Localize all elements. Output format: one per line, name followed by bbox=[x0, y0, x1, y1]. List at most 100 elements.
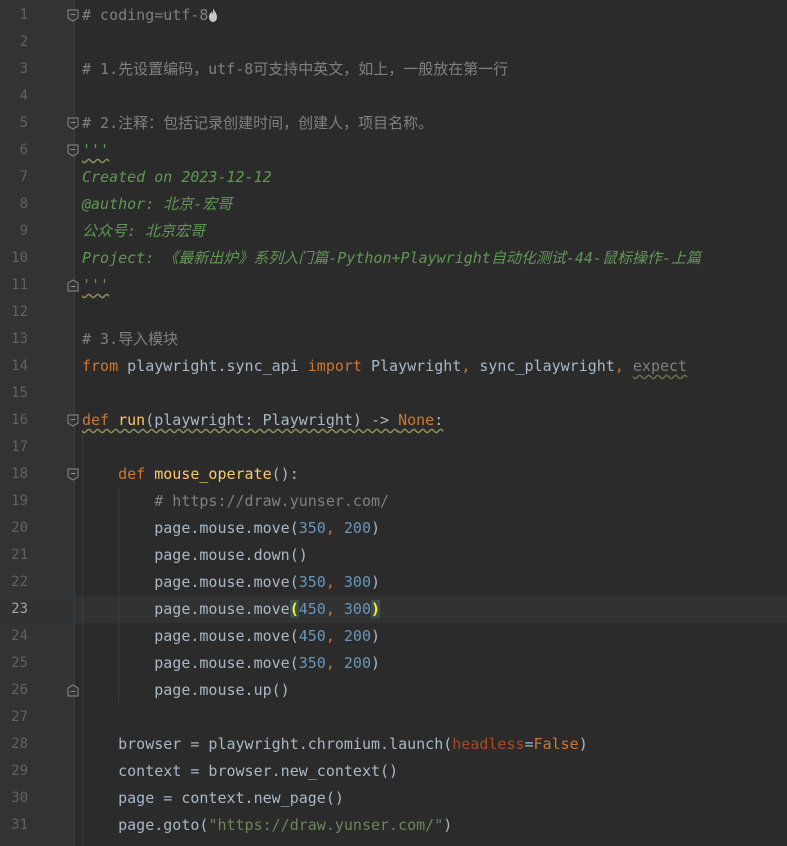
code-text[interactable]: page = context.new_page() bbox=[82, 785, 344, 812]
code-text[interactable]: 公众号: 北京宏哥 bbox=[82, 218, 205, 245]
code-text[interactable]: def mouse_operate(): bbox=[82, 461, 299, 488]
code-line[interactable]: 10 Project: 《最新出炉》系列入门篇-Python+Playwright… bbox=[0, 245, 787, 272]
cursor-hand-icon bbox=[209, 8, 218, 22]
code-line[interactable]: 20 page.mouse.move(350, 200) bbox=[0, 515, 787, 542]
code-line[interactable]: 15 bbox=[0, 380, 787, 407]
fold-start-icon[interactable] bbox=[67, 9, 79, 22]
fold-start-icon[interactable] bbox=[67, 117, 79, 130]
line-number: 24 bbox=[11, 628, 28, 644]
line-number: 19 bbox=[11, 493, 28, 509]
code-text[interactable]: # 1.先设置编码，utf-8可支持中英文，如上，一般放在第一行 bbox=[82, 56, 508, 83]
line-number: 3 bbox=[19, 61, 28, 77]
code-editor[interactable]: 1 # coding=utf-8 2 3 # 1.先设置编码，utf-8可支持中英文，如… bbox=[0, 0, 787, 846]
code-line[interactable]: 2 bbox=[0, 29, 787, 56]
code-text[interactable]: # 2.注释：包括记录创建时间，创建人，项目名称。 bbox=[82, 110, 433, 137]
code-line[interactable]: 22 page.mouse.move(350, 300) bbox=[0, 569, 787, 596]
code-text[interactable]: ''' bbox=[82, 137, 109, 164]
code-line[interactable]: 12 bbox=[0, 299, 787, 326]
code-text[interactable]: def run(playwright: Playwright) -> None: bbox=[82, 407, 443, 434]
code-text[interactable]: from playwright.sync_api import Playwrig… bbox=[82, 353, 687, 380]
code-token: page.mouse.move( bbox=[82, 654, 299, 672]
line-number: 4 bbox=[19, 88, 28, 104]
code-line[interactable]: 21 page.mouse.down() bbox=[0, 542, 787, 569]
line-number: 18 bbox=[11, 466, 28, 482]
line-number: 21 bbox=[11, 547, 28, 563]
code-token: browser = playwright.chromium.launch( bbox=[82, 735, 453, 753]
code-line[interactable]: 8 @author: 北京-宏哥 bbox=[0, 191, 787, 218]
code-token: page.mouse.move( bbox=[82, 573, 299, 591]
code-text[interactable]: page.mouse.move(450, 300) bbox=[82, 596, 381, 623]
code-text[interactable]: page.mouse.down() bbox=[82, 542, 308, 569]
code-text[interactable]: page.mouse.move(350, 200) bbox=[82, 650, 380, 677]
code-line[interactable]: 23 page.mouse.move(450, 300) bbox=[0, 596, 787, 623]
code-text[interactable]: @author: 北京-宏哥 bbox=[82, 191, 232, 218]
line-number: 10 bbox=[11, 250, 28, 266]
code-line[interactable]: 16 def run(playwright: Playwright) -> Non… bbox=[0, 407, 787, 434]
code-token: ''' bbox=[82, 141, 110, 159]
code-line[interactable]: 19 # https://draw.yunser.com/ bbox=[0, 488, 787, 515]
code-text[interactable]: page.mouse.up() bbox=[82, 677, 289, 704]
matched-brace: ) bbox=[371, 600, 381, 618]
code-line[interactable]: 4 bbox=[0, 83, 787, 110]
code-text[interactable]: ''' bbox=[82, 272, 109, 299]
fold-start-icon[interactable] bbox=[67, 144, 79, 157]
code-line[interactable]: 26 page.mouse.up() bbox=[0, 677, 787, 704]
code-text[interactable]: page.goto("https://draw.yunser.com/") bbox=[82, 812, 452, 839]
code-text[interactable]: # https://draw.yunser.com/ bbox=[82, 488, 389, 515]
code-token: ) bbox=[371, 519, 381, 537]
code-line[interactable]: 17 bbox=[0, 434, 787, 461]
code-line[interactable]: 25 page.mouse.move(350, 200) bbox=[0, 650, 787, 677]
code-text[interactable]: page.mouse.move(450, 200) bbox=[82, 623, 380, 650]
code-token: , bbox=[325, 600, 344, 618]
code-token: ''' bbox=[82, 276, 110, 294]
code-line[interactable]: 31 page.goto("https://draw.yunser.com/") bbox=[0, 812, 787, 839]
code-text[interactable]: # 3.导入模块 bbox=[82, 326, 178, 353]
line-number: 26 bbox=[11, 682, 28, 698]
line-number: 14 bbox=[11, 358, 28, 374]
code-token: headless bbox=[452, 735, 525, 753]
code-line[interactable]: 30 page = context.new_page() bbox=[0, 785, 787, 812]
code-line[interactable]: 27 bbox=[0, 704, 787, 731]
code-line[interactable]: 24 page.mouse.move(450, 200) bbox=[0, 623, 787, 650]
code-line[interactable]: 5 # 2.注释：包括记录创建时间，创建人，项目名称。 bbox=[0, 110, 787, 137]
fold-start-icon[interactable] bbox=[67, 468, 79, 481]
code-token: expect bbox=[632, 357, 688, 375]
code-token: , bbox=[325, 519, 344, 537]
code-token: context = browser.new_context() bbox=[82, 762, 399, 780]
fold-end-icon[interactable] bbox=[67, 279, 79, 292]
code-token: Project: 《最新出炉》系列入门篇-Python+Playwright自动… bbox=[82, 249, 701, 267]
code-line[interactable]: 29 context = browser.new_context() bbox=[0, 758, 787, 785]
line-number: 12 bbox=[11, 304, 28, 320]
code-line[interactable]: 18 def mouse_operate(): bbox=[0, 461, 787, 488]
code-line[interactable]: 28 browser = playwright.chromium.launch(… bbox=[0, 731, 787, 758]
line-number: 9 bbox=[19, 223, 28, 239]
code-text[interactable]: browser = playwright.chromium.launch(hea… bbox=[82, 731, 588, 758]
code-text[interactable]: context = browser.new_context() bbox=[82, 758, 398, 785]
fold-start-icon[interactable] bbox=[67, 414, 79, 427]
code-line[interactable]: 14 from playwright.sync_api import Playwr… bbox=[0, 353, 787, 380]
code-text[interactable]: Created on 2023-12-12 bbox=[82, 164, 272, 191]
code-line[interactable]: 11 ''' bbox=[0, 272, 787, 299]
line-number: 25 bbox=[11, 655, 28, 671]
code-token: Created on 2023-12-12 bbox=[82, 168, 272, 186]
code-token: ) bbox=[371, 654, 381, 672]
code-line[interactable]: 6 ''' bbox=[0, 137, 787, 164]
code-line[interactable]: 9 公众号: 北京宏哥 bbox=[0, 218, 787, 245]
code-token: page.mouse.move bbox=[82, 600, 290, 618]
code-token: page.mouse.down() bbox=[82, 546, 308, 564]
line-number: 17 bbox=[11, 439, 28, 455]
code-token: 300 bbox=[343, 600, 371, 618]
code-text[interactable]: page.mouse.move(350, 200) bbox=[82, 515, 380, 542]
code-text[interactable]: page.mouse.move(350, 300) bbox=[82, 569, 380, 596]
code-line[interactable]: 7 Created on 2023-12-12 bbox=[0, 164, 787, 191]
code-text[interactable]: # coding=utf-8 bbox=[82, 2, 218, 29]
code-token: from bbox=[82, 357, 119, 375]
code-line[interactable]: 3 # 1.先设置编码，utf-8可支持中英文，如上，一般放在第一行 bbox=[0, 56, 787, 83]
code-text[interactable]: Project: 《最新出炉》系列入门篇-Python+Playwright自动… bbox=[82, 245, 701, 272]
code-line[interactable]: 1 # coding=utf-8 bbox=[0, 2, 787, 29]
code-token: , bbox=[325, 573, 344, 591]
code-token: 300 bbox=[343, 573, 371, 591]
code-line[interactable]: 13 # 3.导入模块 bbox=[0, 326, 787, 353]
fold-end-icon[interactable] bbox=[67, 684, 79, 697]
